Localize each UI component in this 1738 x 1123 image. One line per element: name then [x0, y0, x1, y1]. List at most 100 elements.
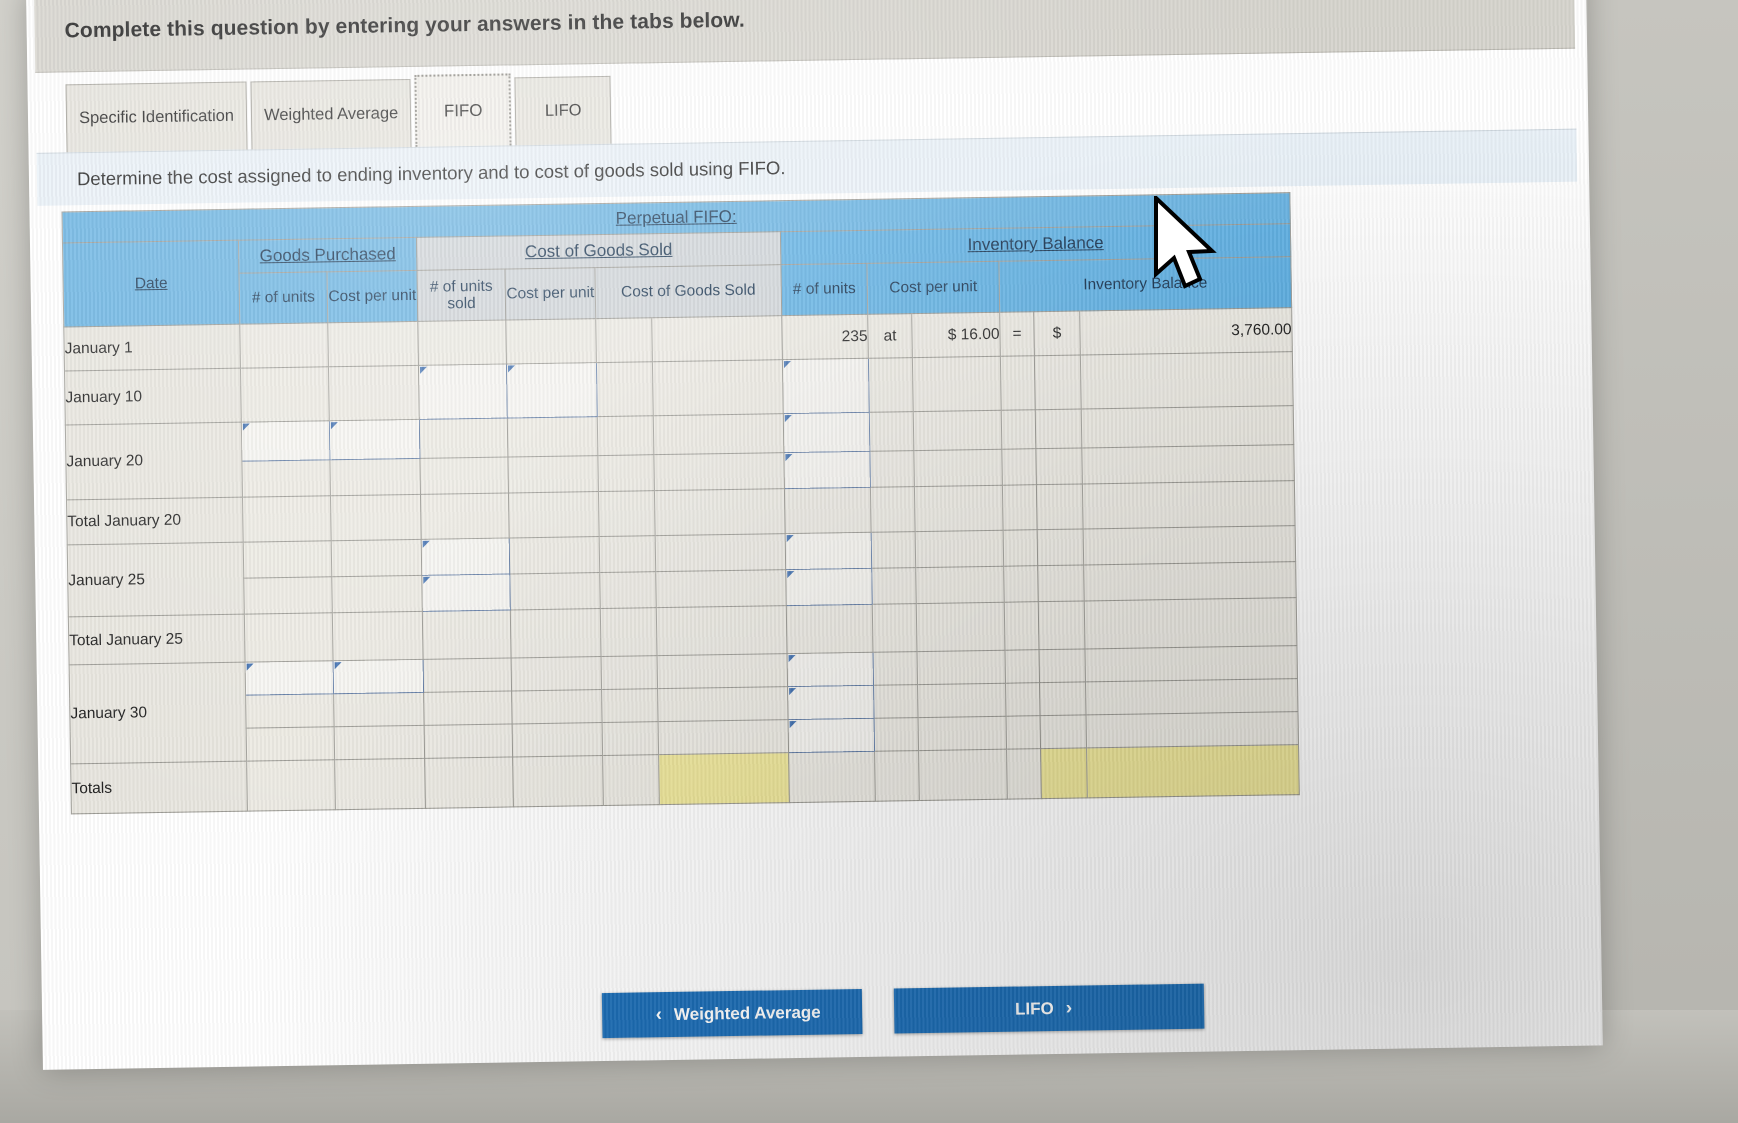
cell-gp-cost[interactable] — [328, 365, 420, 421]
cell-cogs-units[interactable] — [420, 492, 510, 540]
cell-cogs-total[interactable] — [653, 452, 785, 491]
cell-gp-units[interactable] — [243, 576, 333, 615]
cell-gp-units[interactable] — [245, 693, 335, 729]
input-inv-units[interactable] — [782, 358, 870, 414]
cell-cogs-cost-unit[interactable] — [512, 722, 603, 757]
tab-bar: Specific Identification Weighted Average… — [65, 69, 615, 153]
cell-inv-balance[interactable] — [1080, 351, 1294, 409]
input-gp-units[interactable] — [241, 420, 330, 462]
cell-cogs-total[interactable] — [651, 315, 783, 362]
cell-inv-balance[interactable] — [1085, 678, 1299, 715]
cell-cogs-units[interactable] — [419, 417, 508, 459]
cell-gp-cost[interactable] — [331, 539, 422, 577]
cell-inv-balance[interactable] — [1083, 525, 1296, 565]
next-lifo-button[interactable]: LIFO › — [894, 983, 1205, 1034]
cell-cogs-units[interactable] — [424, 723, 513, 759]
input-cogs-units[interactable] — [418, 363, 508, 420]
cell-inv-cost-unit[interactable] — [916, 602, 1005, 652]
cell-cogs-total[interactable] — [657, 686, 789, 722]
cell-cogs-total[interactable] — [658, 719, 789, 755]
input-cogs-cost-unit[interactable] — [506, 362, 598, 418]
cell-gp-cost[interactable] — [333, 692, 425, 727]
cell-gp-cost[interactable] — [332, 611, 424, 661]
cell-gp-cost[interactable] — [329, 458, 421, 496]
cell-gp-units[interactable] — [244, 612, 334, 663]
cell-inv-cost-unit[interactable] — [917, 683, 1007, 718]
cell-cogs-total[interactable] — [654, 488, 786, 536]
cell-cogs-dollar — [599, 571, 657, 609]
cell-cogs-total[interactable] — [656, 605, 788, 656]
cell-cogs-cost-unit[interactable] — [505, 318, 597, 364]
cell-gp-units[interactable] — [241, 459, 331, 498]
cell-inv-cost-unit[interactable] — [914, 485, 1004, 532]
cell-gp-cost[interactable] — [331, 575, 423, 613]
cell-inv-units[interactable] — [786, 604, 874, 654]
total-cogs-highlight[interactable] — [658, 752, 790, 805]
cell-inv-cost-unit[interactable] — [913, 449, 1003, 487]
cell-inv-cost-unit[interactable] — [918, 716, 1007, 751]
cell-cogs-total[interactable] — [655, 569, 787, 608]
input-inv-units[interactable] — [783, 412, 870, 453]
col-inv-cost-per-unit: Cost per unit — [866, 261, 1000, 315]
cell-cogs-cost-unit[interactable] — [508, 491, 600, 538]
cell-gp-units[interactable] — [246, 726, 335, 762]
prev-weighted-average-button[interactable]: ‹ Weighted Average — [601, 988, 863, 1039]
cell-cogs-cost-unit[interactable] — [507, 455, 599, 493]
input-inv-units[interactable] — [783, 451, 871, 489]
input-gp-cost[interactable] — [333, 659, 424, 694]
cell-inv-units[interactable] — [784, 487, 872, 534]
cell-cogs-cost-unit[interactable] — [510, 608, 602, 658]
cell-inv-balance[interactable] — [1082, 480, 1296, 529]
cell-cogs-total[interactable] — [655, 533, 786, 572]
input-cogs-units[interactable] — [421, 537, 510, 576]
cell-gp-units[interactable] — [242, 495, 332, 543]
tab-lifo[interactable]: LIFO — [514, 75, 612, 146]
input-cogs-units[interactable] — [421, 573, 511, 612]
input-gp-cost[interactable] — [329, 419, 420, 460]
cell-inv-cost-unit[interactable] — [915, 566, 1005, 604]
cell-cogs-total[interactable] — [657, 653, 788, 689]
cell-cogs-units[interactable] — [422, 609, 512, 660]
input-inv-units[interactable] — [787, 685, 875, 720]
cell-cogs-units[interactable] — [417, 320, 507, 366]
cell-gp-cost[interactable] — [327, 321, 419, 367]
cell-inv-cost-unit[interactable] — [915, 530, 1004, 568]
cell-inv-cost-unit[interactable] — [913, 410, 1002, 451]
input-inv-units[interactable] — [787, 652, 874, 687]
tab-weighted-average[interactable]: Weighted Average — [250, 78, 412, 150]
cell-gp-units[interactable] — [243, 540, 332, 579]
cell-cogs-units[interactable] — [423, 657, 512, 693]
cell-gp-cost[interactable] — [334, 725, 425, 760]
cell-inv-balance[interactable] — [1081, 444, 1295, 484]
cell-inv-balance[interactable] — [1084, 645, 1298, 682]
cell-cogs-cost-unit[interactable] — [511, 689, 603, 724]
cell-cogs-cost-unit[interactable] — [509, 572, 601, 610]
cell-cogs-cost-unit[interactable] — [509, 536, 600, 574]
input-inv-units[interactable] — [785, 568, 873, 606]
cell-cogs-cost-unit[interactable] — [507, 416, 598, 457]
col-group-goods-purchased: Goods Purchased — [238, 237, 417, 274]
cell-cogs-cost-unit[interactable] — [511, 656, 602, 691]
tab-specific-identification[interactable]: Specific Identification — [65, 81, 248, 153]
cell-inv-cost-unit[interactable] — [912, 356, 1002, 412]
cell-cogs-units[interactable] — [419, 456, 509, 495]
question-prompt-bar: Complete this question by entering your … — [34, 0, 1576, 73]
tab-fifo[interactable]: FIFO — [414, 73, 512, 147]
cell-inv-balance[interactable] — [1084, 597, 1298, 649]
cell-gp-units[interactable] — [240, 366, 330, 423]
cell-inv-cost-unit[interactable] — [917, 650, 1006, 685]
cell-inv-balance[interactable] — [1083, 561, 1297, 601]
cell-cogs-units[interactable] — [423, 690, 513, 726]
cell-inv-balance[interactable] — [1086, 711, 1299, 748]
cell-cogs-total[interactable] — [653, 413, 784, 455]
cell-inv-balance[interactable] — [1081, 405, 1294, 448]
total-inventory-highlight-left[interactable] — [1040, 747, 1088, 799]
cell-cogs-total[interactable] — [652, 359, 784, 416]
input-inv-units[interactable] — [788, 718, 875, 753]
cell-inv-at — [870, 486, 916, 533]
input-gp-units[interactable] — [245, 660, 334, 696]
cell-gp-units[interactable] — [239, 322, 329, 369]
cell-gp-cost[interactable] — [330, 494, 422, 541]
total-inventory-highlight[interactable] — [1086, 744, 1300, 798]
input-inv-units[interactable] — [785, 532, 872, 570]
